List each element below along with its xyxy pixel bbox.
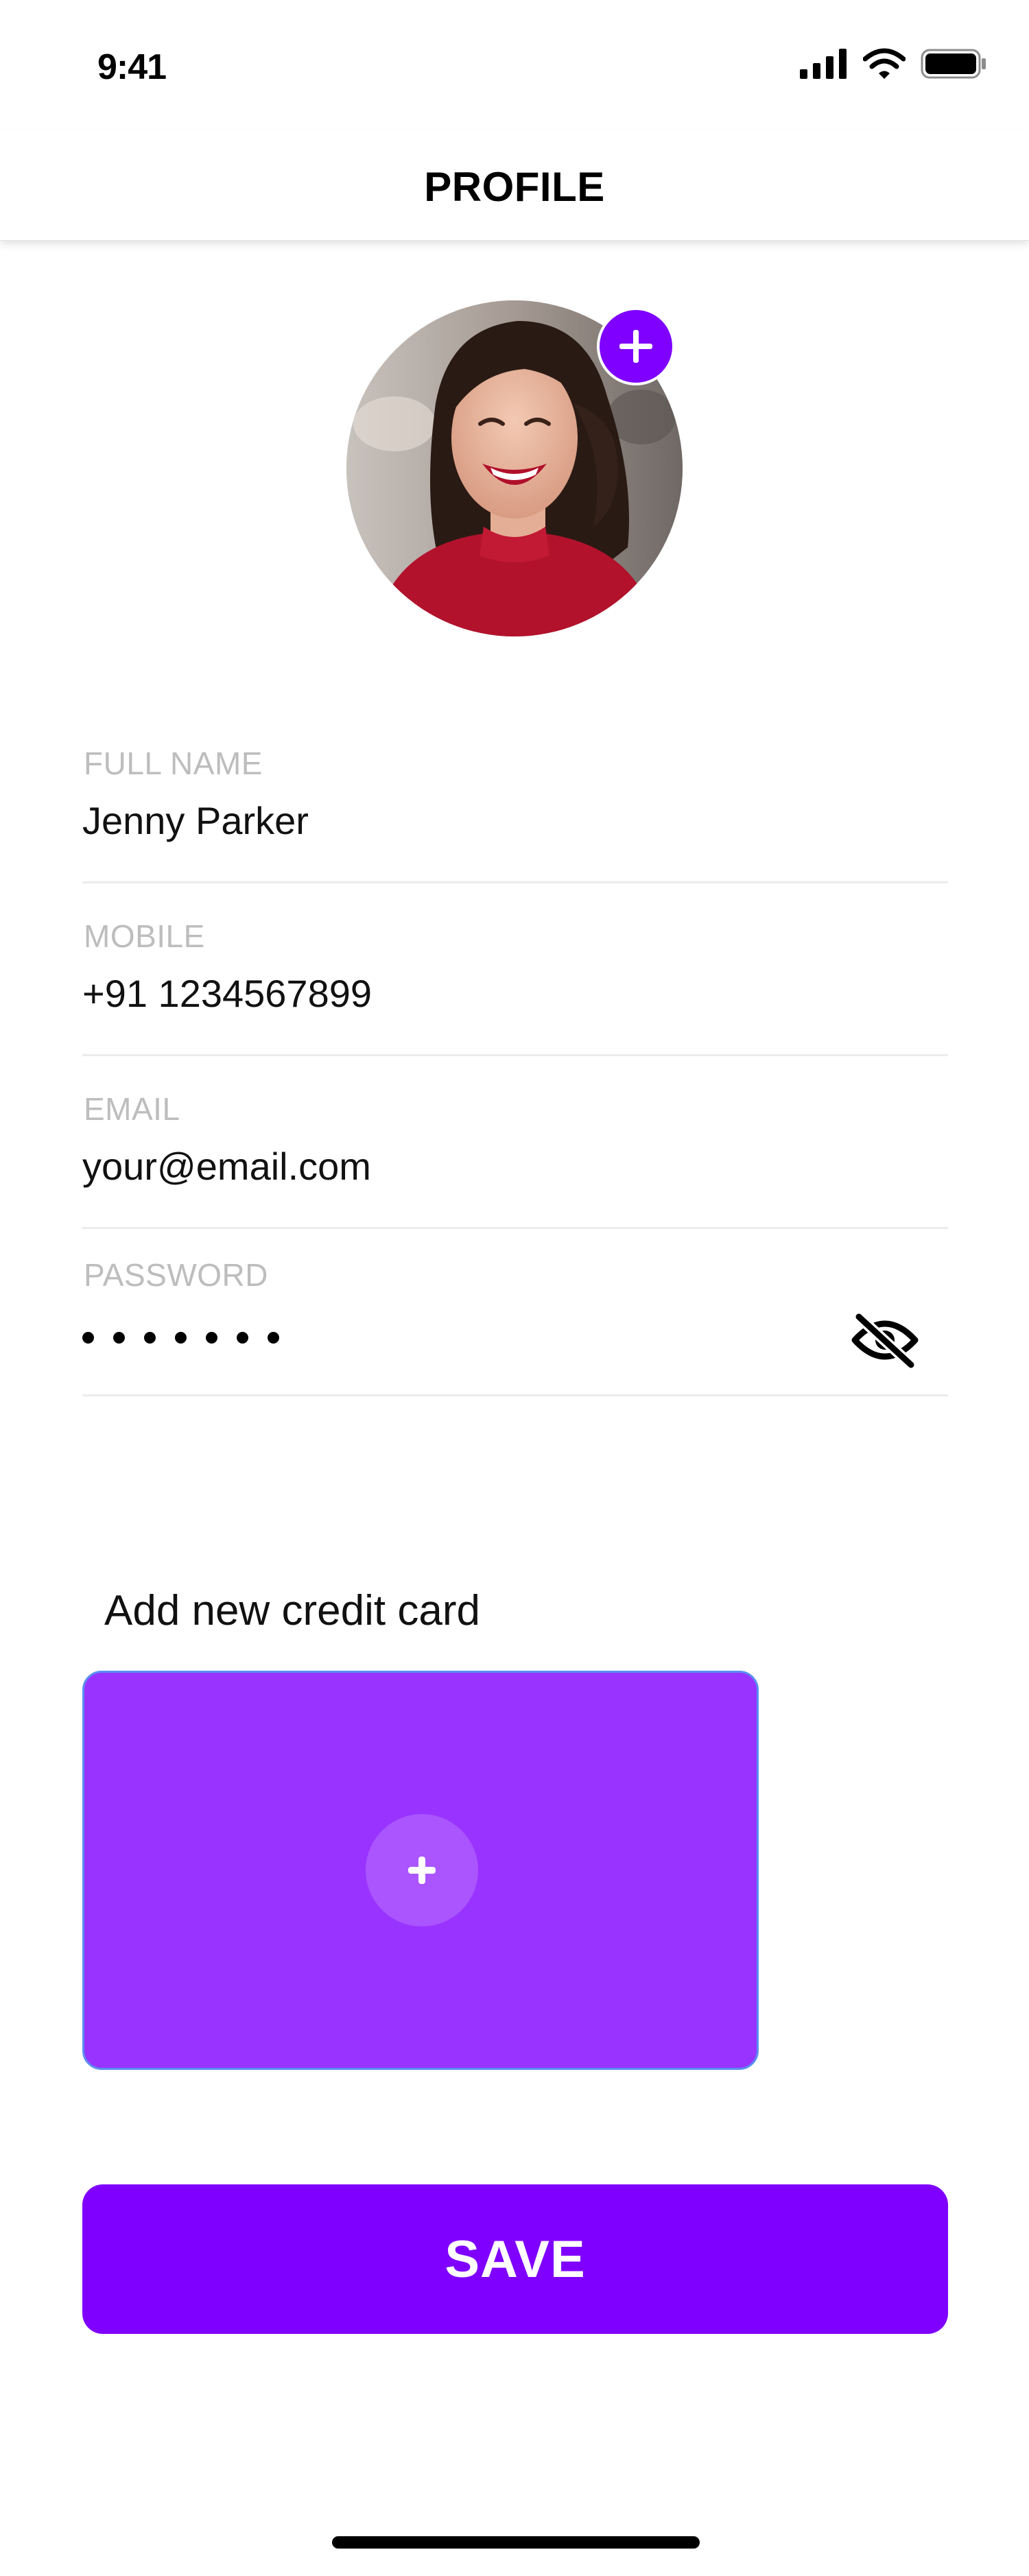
full-name-label: FULL NAME [84,746,263,781]
email-input[interactable]: your@email.com [82,1144,371,1189]
password-label: PASSWORD [84,1257,268,1293]
mobile-input[interactable]: +91 1234567899 [82,971,372,1016]
password-dot [113,1332,125,1344]
password-input[interactable] [82,1332,279,1344]
password-dot [175,1332,187,1344]
plus-icon [619,330,652,363]
status-bar: 9:41 [0,0,1029,130]
password-dot [268,1332,279,1344]
add-credit-card-heading: Add new credit card [104,1587,480,1634]
full-name-input[interactable]: Jenny Parker [82,798,309,843]
status-icons [800,47,986,81]
plus-icon [408,1857,436,1884]
wifi-icon [863,48,906,79]
battery-icon [921,49,986,79]
cellular-signal-icon [800,49,847,79]
email-label: EMAIL [84,1091,180,1127]
password-dot [144,1332,156,1344]
add-card-button[interactable] [366,1814,478,1927]
email-field[interactable]: EMAIL your@email.com [82,1086,948,1229]
password-dot [237,1332,248,1344]
avatar-section [346,300,683,636]
home-indicator[interactable] [332,2536,700,2549]
password-visibility-toggle[interactable] [851,1311,919,1369]
password-field[interactable]: PASSWORD [82,1252,948,1396]
eye-slash-icon [851,1311,919,1369]
status-time: 9:41 [97,47,167,87]
password-dot [82,1332,94,1344]
password-dot [206,1332,217,1344]
header: PROFILE [0,130,1029,241]
full-name-field[interactable]: FULL NAME Jenny Parker [82,741,948,883]
mobile-field[interactable]: MOBILE +91 1234567899 [82,914,948,1056]
page-title: PROFILE [424,164,605,210]
save-button[interactable]: SAVE [82,2184,948,2334]
add-credit-card-tile[interactable] [82,1671,759,2070]
add-photo-button[interactable] [597,307,675,385]
mobile-label: MOBILE [84,918,205,954]
